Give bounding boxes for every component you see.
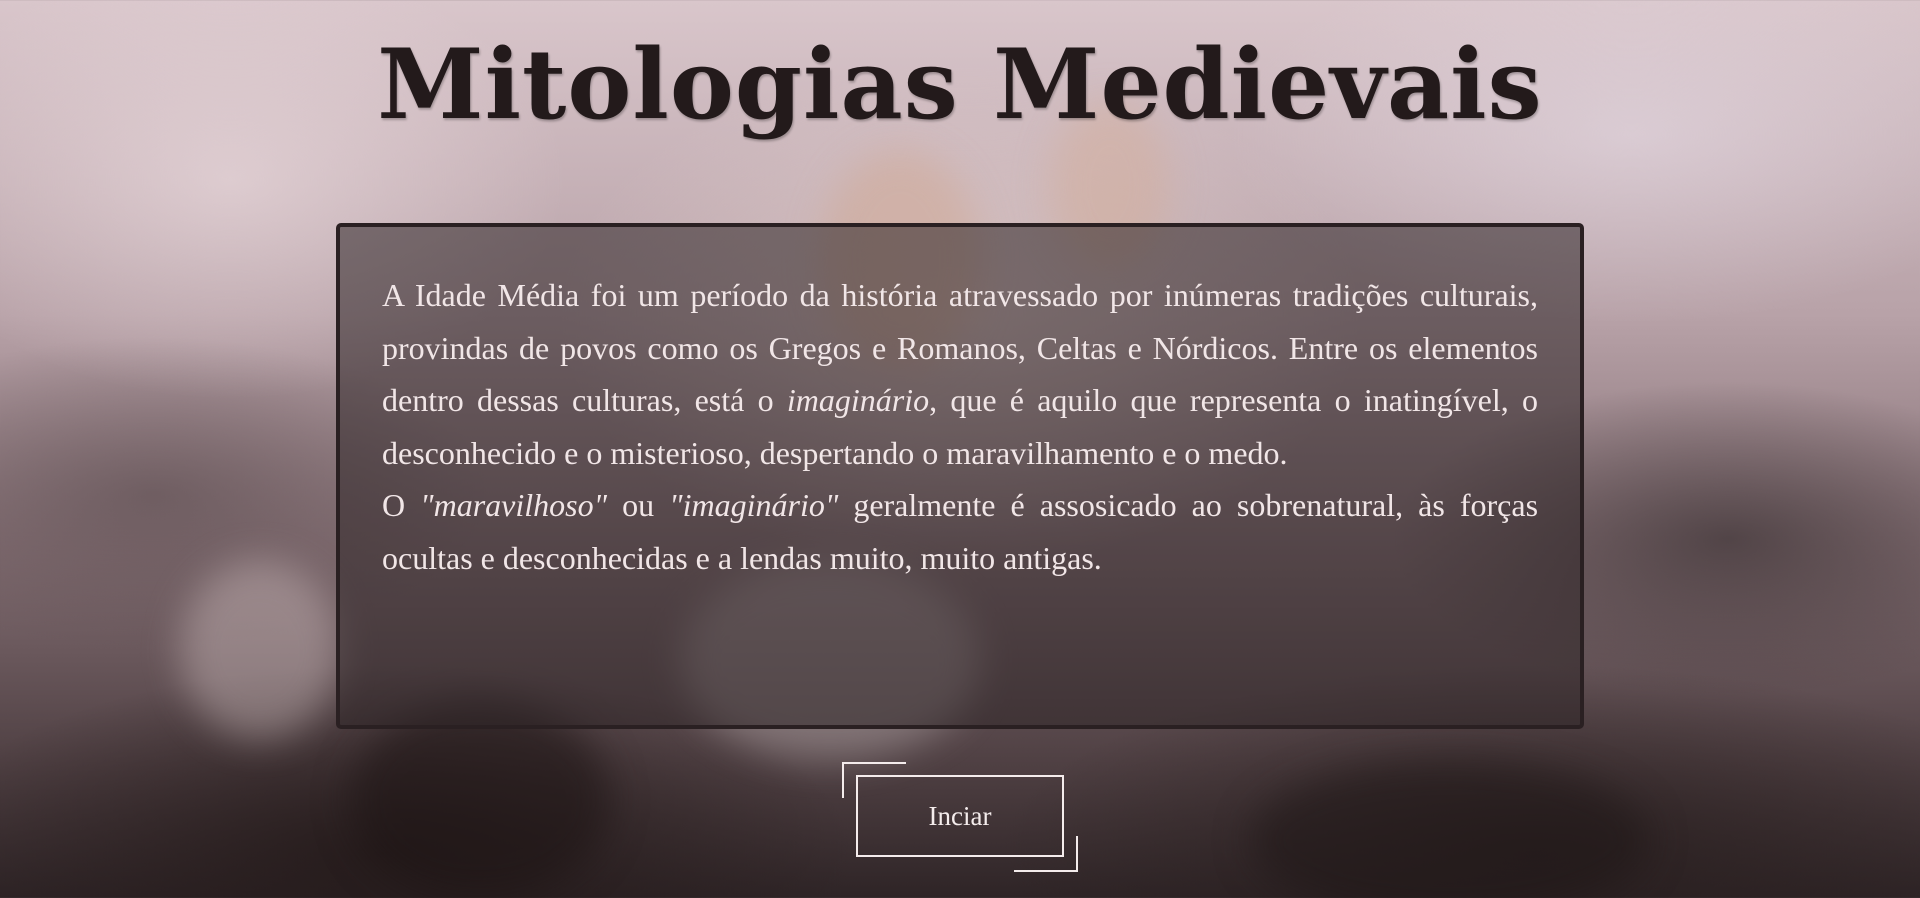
start-button[interactable]: Inciar — [856, 775, 1064, 857]
intro-paragraph-2: O "maravilhoso" ou "imaginário" geralmen… — [382, 479, 1538, 584]
intro-text-segment: ou — [607, 487, 670, 523]
page-title: Mitologias Medievais — [377, 28, 1543, 141]
background-face-figure — [180, 560, 340, 740]
intro-text-segment: O — [382, 487, 421, 523]
intro-emphasis-imaginario: imaginário — [786, 382, 930, 418]
background-horse-figure — [1250, 760, 1650, 898]
intro-emphasis-imaginario-quoted: "imaginário" — [669, 487, 839, 523]
intro-paragraph-1: A Idade Média foi um período da história… — [382, 269, 1538, 479]
start-button-frame: Inciar — [842, 762, 1078, 872]
intro-emphasis-maravilhoso: "maravilhoso" — [420, 487, 608, 523]
intro-panel: A Idade Média foi um período da história… — [336, 223, 1584, 729]
background-horse-figure — [350, 700, 610, 898]
